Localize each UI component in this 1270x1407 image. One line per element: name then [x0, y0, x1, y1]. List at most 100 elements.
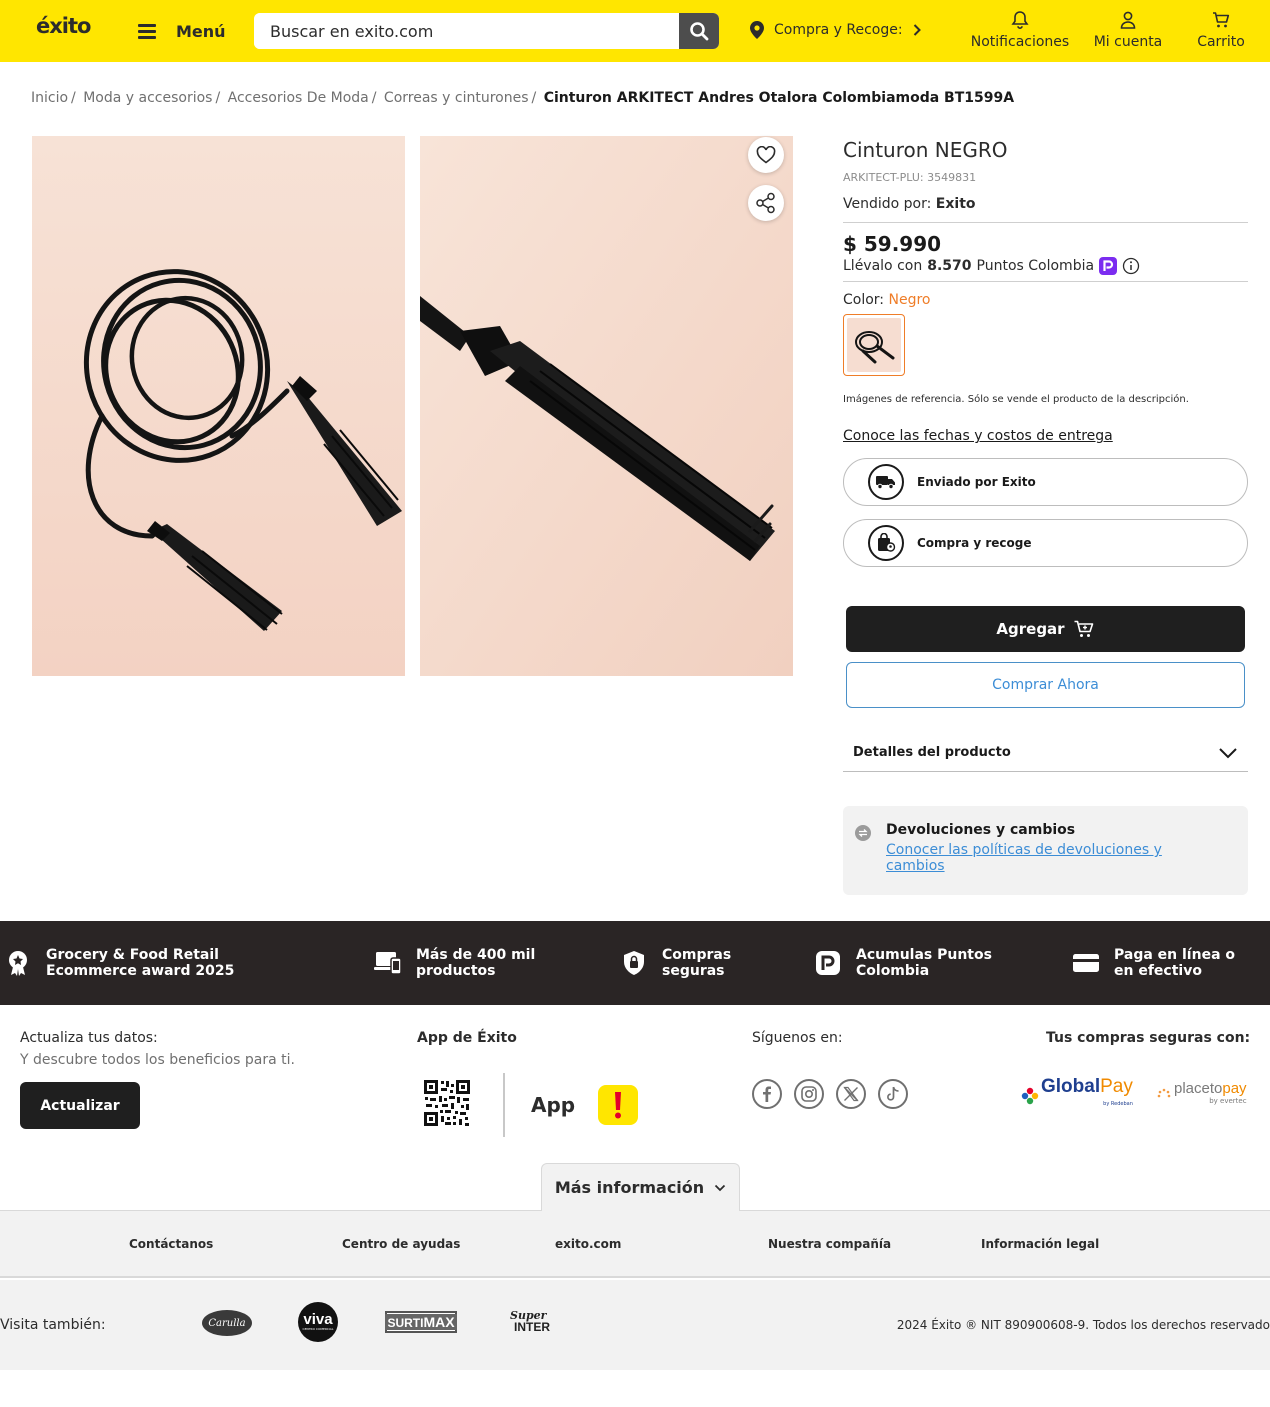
exclamation-icon: [615, 1092, 621, 1119]
benefit-text: Paga en línea o en efectivo: [1114, 947, 1236, 979]
search-button[interactable]: [679, 13, 719, 49]
breadcrumb-separator: /: [371, 90, 377, 106]
exchange-icon: [855, 825, 871, 841]
more-info-label: Más información: [554, 1178, 705, 1197]
notifications-button[interactable]: Notificaciones: [968, 10, 1072, 50]
brand-surtimax-logo[interactable]: SURTIMAX: [385, 1311, 457, 1333]
breadcrumb: Inicio / Moda y accesorios / Accesorios De…: [31, 90, 1014, 106]
brand-surtimax-text-a: SURTI: [387, 1316, 424, 1330]
shipping-option-delivery[interactable]: Enviado por Exito: [843, 458, 1248, 506]
instagram-icon[interactable]: [794, 1079, 824, 1109]
points-suffix: Puntos Colombia: [976, 258, 1095, 274]
footer-link-legal[interactable]: Información legal: [981, 1237, 1099, 1251]
search-icon: [690, 22, 709, 41]
breadcrumb-item[interactable]: Correas y cinturones: [384, 90, 529, 106]
footer-link-contact[interactable]: Contáctanos: [129, 1237, 213, 1251]
share-button[interactable]: [748, 185, 784, 221]
benefits-band: Grocery & Food Retail Ecommerce award 20…: [0, 921, 1270, 1005]
color-prefix: Color:: [843, 292, 885, 308]
devices-icon: [374, 949, 402, 977]
heart-icon: [756, 146, 776, 164]
chevron-down-icon: [1219, 747, 1237, 758]
color-label: Color: Negro: [843, 292, 930, 308]
globalpay-text-b: Pay: [1100, 1076, 1133, 1097]
more-info-toggle[interactable]: Más información: [541, 1163, 740, 1211]
chevron-down-icon: [715, 1184, 726, 1191]
card-icon: [1072, 949, 1100, 977]
brand-carulla-text: Carulla: [208, 1317, 246, 1329]
brand-superinter-text-b: INTER: [514, 1319, 550, 1334]
benefit-item: Más de 400 mil productos: [374, 947, 566, 979]
tiktok-icon[interactable]: [878, 1079, 908, 1109]
product-details-accordion[interactable]: Detalles del producto: [843, 734, 1248, 772]
divider: [843, 281, 1248, 282]
menu-button[interactable]: Menú: [138, 18, 226, 44]
favorite-button[interactable]: [748, 137, 784, 173]
pickup-selector[interactable]: Compra y Recoge:: [750, 21, 921, 39]
app-title: App de Éxito: [417, 1030, 517, 1046]
buy-now-button[interactable]: Comprar Ahora: [846, 662, 1245, 708]
qr-code-icon[interactable]: [423, 1079, 471, 1127]
account-button[interactable]: Mi cuenta: [1090, 10, 1166, 50]
search-input[interactable]: [254, 13, 679, 49]
breadcrumb-item[interactable]: Inicio: [31, 90, 68, 106]
puntos-colombia-icon: [814, 949, 842, 977]
update-data-title: Actualiza tus datos:: [20, 1030, 158, 1046]
color-value: Negro: [888, 292, 931, 308]
footer-link-help[interactable]: Centro de ayudas: [342, 1237, 460, 1251]
product-image-2[interactable]: [420, 136, 793, 676]
user-icon: [1120, 11, 1136, 29]
benefit-item: Compras seguras: [620, 947, 772, 979]
exito-logo[interactable]: éxito: [36, 14, 91, 38]
footer-link-exito[interactable]: exito.com: [555, 1237, 621, 1251]
brand-surtimax-text-b: MAX: [423, 1314, 455, 1330]
product-image-1[interactable]: [32, 136, 405, 676]
pickup-label: Compra y Recoge:: [774, 22, 903, 38]
benefit-text: Acumulas Puntos Colombia: [856, 947, 992, 979]
bell-icon: [1011, 11, 1029, 29]
shipping-option-label: Enviado por Exito: [917, 475, 1036, 489]
divider: [503, 1073, 505, 1137]
shield-lock-icon: [620, 949, 648, 977]
seller-prefix: Vendido por:: [843, 196, 932, 212]
seller-name[interactable]: Exito: [936, 196, 976, 212]
delivery-info-link[interactable]: Conoce las fechas y costos de entrega: [843, 428, 1113, 444]
breadcrumb-item[interactable]: Accesorios De Moda: [228, 90, 369, 106]
facebook-icon[interactable]: [752, 1079, 782, 1109]
delivery-truck-icon: [868, 464, 904, 500]
brand-superinter-logo[interactable]: Super INTER: [510, 1306, 565, 1336]
info-icon[interactable]: [1122, 257, 1140, 275]
update-data-button[interactable]: Actualizar: [20, 1082, 140, 1129]
exito-app-icon[interactable]: [598, 1085, 638, 1125]
logo-text: éxito: [36, 14, 91, 38]
award-icon: [4, 949, 32, 977]
color-swatch-negro[interactable]: [843, 314, 905, 376]
divider: [843, 222, 1248, 223]
returns-policy-link[interactable]: Conocer las políticas de devoluciones y …: [886, 842, 1206, 874]
footer-links-bar: Contáctanos Centro de ayudas exito.com N…: [0, 1210, 1270, 1278]
chevron-right-icon: [913, 24, 921, 36]
placetopay-logo: placetopay by evertec: [1157, 1081, 1247, 1108]
breadcrumb-item[interactable]: Moda y accesorios: [83, 90, 212, 106]
shipping-option-pickup[interactable]: Compra y recoge: [843, 519, 1248, 567]
benefit-item: Grocery & Food Retail Ecommerce award 20…: [4, 947, 296, 979]
brand-viva-logo[interactable]: viva CENTRO COMERCIAL: [298, 1302, 338, 1342]
image-disclaimer: Imágenes de referencia. Sólo se vende el…: [843, 394, 1189, 405]
globalpay-text-a: Global: [1041, 1076, 1101, 1097]
shipping-option-label: Compra y recoge: [917, 536, 1032, 550]
belt-tassel-illustration: [420, 136, 793, 676]
cart-icon: [1074, 620, 1093, 637]
add-button-label: Agregar: [996, 620, 1065, 638]
brand-superinter-text-a: Super: [510, 1308, 547, 1322]
share-icon: [756, 192, 775, 214]
add-to-cart-button[interactable]: Agregar: [846, 606, 1245, 652]
x-icon[interactable]: [836, 1079, 866, 1109]
brand-carulla-logo[interactable]: Carulla: [202, 1310, 252, 1336]
footer-bottom-bar: Visita también: Carulla viva CENTRO COME…: [0, 1280, 1270, 1370]
footer-link-company[interactable]: Nuestra compañía: [768, 1237, 891, 1251]
cart-button[interactable]: Carrito: [1194, 10, 1248, 50]
breadcrumb-current: Cinturon ARKITECT Andres Otalora Colombi…: [543, 90, 1015, 106]
breadcrumb-separator: /: [531, 90, 537, 106]
benefit-item: Paga en línea o en efectivo: [1072, 947, 1254, 979]
app-label: App: [531, 1093, 576, 1117]
